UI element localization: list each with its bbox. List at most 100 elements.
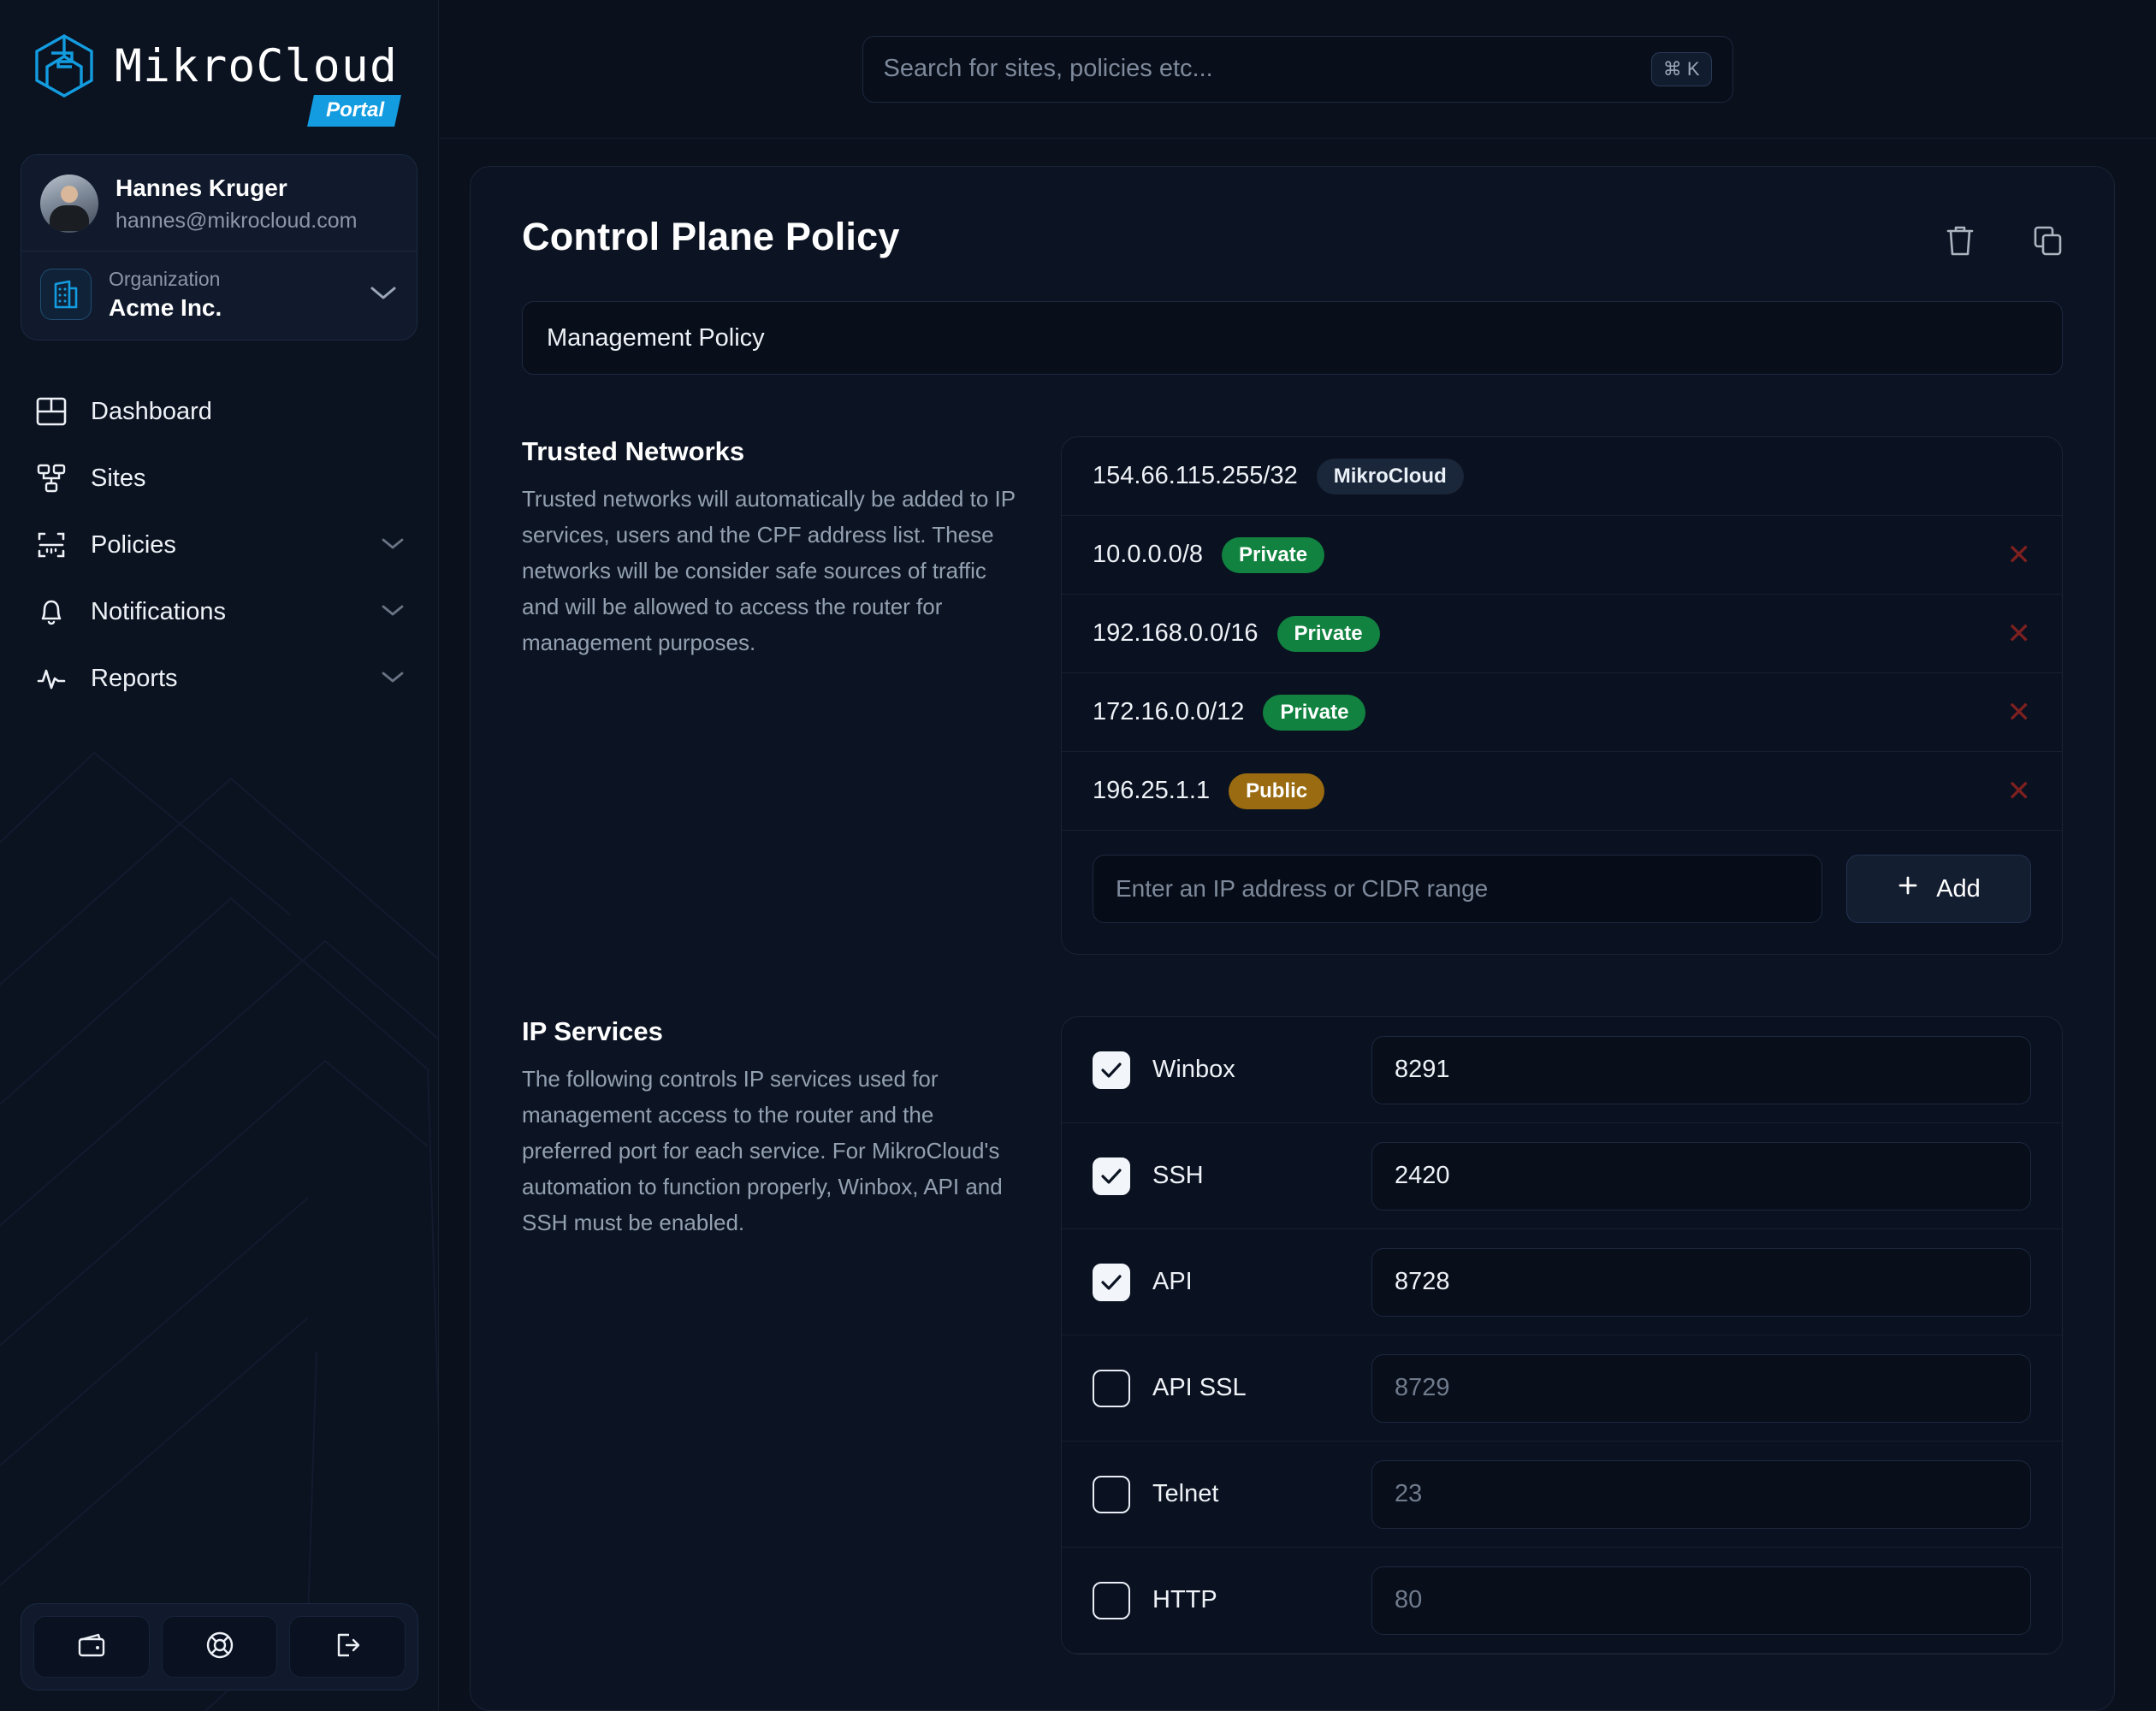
chevron-down-icon	[369, 284, 398, 305]
service-checkbox-ssh[interactable]	[1093, 1157, 1130, 1195]
organization-name: Acme Inc.	[109, 294, 222, 322]
chevron-down-icon[interactable]	[380, 669, 406, 689]
lifebuoy-icon	[205, 1631, 234, 1664]
policy-name-input[interactable]	[522, 301, 2063, 375]
search-shortcut-badge: ⌘ K	[1650, 51, 1712, 86]
sidebar-item-policies[interactable]: Policies	[17, 512, 421, 578]
table-row: 172.16.0.0/12 Private ✕	[1062, 673, 2062, 752]
close-x-icon[interactable]: ✕	[2007, 619, 2032, 648]
service-checkbox-http[interactable]	[1093, 1581, 1130, 1619]
service-port-input[interactable]	[1371, 1141, 2031, 1211]
wallet-icon	[76, 1631, 107, 1663]
add-network-row: Add	[1062, 831, 2062, 954]
sidebar: MikroCloud Portal Hannes Kruger hannes@m…	[0, 0, 439, 1711]
sidebar-item-label: Policies	[91, 530, 176, 559]
table-row: API SSL	[1062, 1335, 2062, 1442]
add-network-button[interactable]: Add	[1846, 855, 2031, 923]
trusted-networks-panel: 154.66.115.255/32 MikroCloud 10.0.0.0/8 …	[1061, 436, 2063, 955]
table-row: HTTP	[1062, 1548, 2062, 1654]
layout-dashboard-icon	[33, 395, 70, 428]
service-port-input[interactable]	[1371, 1566, 2031, 1635]
service-label: Telnet	[1152, 1480, 1219, 1507]
service-label: Winbox	[1152, 1056, 1235, 1083]
user-card: Hannes Kruger hannes@mikrocloud.com Orga…	[21, 154, 418, 341]
search-input[interactable]	[883, 55, 1651, 83]
close-x-icon[interactable]: ✕	[2007, 541, 2032, 570]
table-row: API	[1062, 1229, 2062, 1335]
sidebar-item-dashboard[interactable]: Dashboard	[17, 378, 421, 445]
chevron-down-icon[interactable]	[380, 536, 406, 555]
service-port-input[interactable]	[1371, 1353, 2031, 1423]
plus-icon	[1897, 874, 1919, 903]
sidebar-item-notifications[interactable]: Notifications	[17, 578, 421, 645]
sidebar-item-label: Notifications	[91, 597, 226, 625]
sidebar-footer	[21, 1603, 418, 1690]
service-label: HTTP	[1152, 1586, 1217, 1613]
main-area: ⌘ K Control Plane Policy	[439, 0, 2156, 1711]
table-row: 196.25.1.1 Public ✕	[1062, 752, 2062, 831]
service-label: SSH	[1152, 1162, 1204, 1189]
service-checkbox-winbox[interactable]	[1093, 1051, 1130, 1089]
trusted-networks-section: Trusted Networks Trusted networks will a…	[522, 436, 2063, 955]
table-row: 192.168.0.0/16 Private ✕	[1062, 595, 2062, 673]
table-row: 154.66.115.255/32 MikroCloud	[1062, 437, 2062, 516]
table-row: Telnet	[1062, 1442, 2062, 1548]
brand-logo[interactable]: MikroCloud Portal	[0, 0, 438, 127]
close-x-icon[interactable]: ✕	[2007, 777, 2032, 806]
support-button[interactable]	[161, 1616, 278, 1678]
content-area: Control Plane Policy Management Policy T…	[439, 139, 2156, 1711]
page-title: Control Plane Policy	[522, 215, 900, 258]
cube-logo-icon	[35, 34, 93, 98]
sidebar-item-label: Reports	[91, 664, 178, 692]
section-title: IP Services	[522, 1016, 663, 1046]
sidebar-nav: Dashboard Sites Policies Notifications R…	[0, 378, 438, 712]
delete-policy-button[interactable]	[1945, 223, 1975, 262]
service-checkbox-api[interactable]	[1093, 1263, 1130, 1301]
sidebar-item-label: Sites	[91, 464, 146, 492]
ip-address: 196.25.1.1	[1093, 777, 1211, 804]
user-profile[interactable]: Hannes Kruger hannes@mikrocloud.com	[21, 155, 417, 251]
global-search[interactable]: ⌘ K	[862, 35, 1733, 103]
service-checkbox-telnet[interactable]	[1093, 1475, 1130, 1513]
sidebar-item-sites[interactable]: Sites	[17, 445, 421, 512]
service-label: API	[1152, 1268, 1193, 1295]
chevron-down-icon[interactable]	[380, 602, 406, 622]
ip-address: 192.168.0.0/16	[1093, 619, 1259, 647]
billing-button[interactable]	[33, 1616, 150, 1678]
logout-button[interactable]	[289, 1616, 406, 1678]
add-button-label: Add	[1936, 874, 1981, 903]
logout-icon	[333, 1631, 362, 1664]
activity-pulse-icon	[33, 662, 70, 695]
service-checkbox-api-ssl[interactable]	[1093, 1369, 1130, 1407]
ip-address: 172.16.0.0/12	[1093, 698, 1245, 725]
ip-address-input[interactable]	[1093, 855, 1822, 923]
scan-policy-icon	[33, 529, 70, 561]
brand-name: MikroCloud	[115, 39, 399, 92]
service-port-input[interactable]	[1371, 1247, 2031, 1317]
status-badge: Private	[1263, 694, 1366, 731]
duplicate-policy-button[interactable]	[2032, 223, 2063, 262]
avatar	[40, 174, 98, 233]
section-title: Trusted Networks	[522, 436, 745, 466]
user-name: Hannes Kruger	[116, 175, 287, 201]
service-port-input[interactable]	[1371, 1035, 2031, 1104]
status-badge: Public	[1229, 773, 1325, 809]
card-header: Control Plane Policy	[522, 215, 2063, 262]
ip-address: 154.66.115.255/32	[1093, 462, 1298, 489]
user-email: hannes@mikrocloud.com	[116, 208, 358, 233]
organization-selector[interactable]: Organization Acme Inc.	[21, 250, 417, 340]
sidebar-item-reports[interactable]: Reports	[17, 645, 421, 712]
sidebar-watermark-pattern	[0, 751, 438, 1711]
service-port-input[interactable]	[1371, 1459, 2031, 1529]
organization-label: Organization	[109, 267, 221, 290]
service-label: API SSL	[1152, 1374, 1247, 1401]
app-root: MikroCloud Portal Hannes Kruger hannes@m…	[0, 0, 2156, 1711]
ip-services-section: IP Services The following controls IP se…	[522, 1016, 2063, 1655]
brand-badge: Portal	[307, 94, 402, 127]
status-badge: Private	[1222, 536, 1325, 573]
section-description: Trusted networks will automatically be a…	[522, 486, 1016, 656]
topbar: ⌘ K	[439, 0, 2156, 139]
building-icon	[40, 269, 92, 321]
close-x-icon[interactable]: ✕	[2007, 698, 2032, 727]
network-sites-icon	[33, 462, 70, 494]
